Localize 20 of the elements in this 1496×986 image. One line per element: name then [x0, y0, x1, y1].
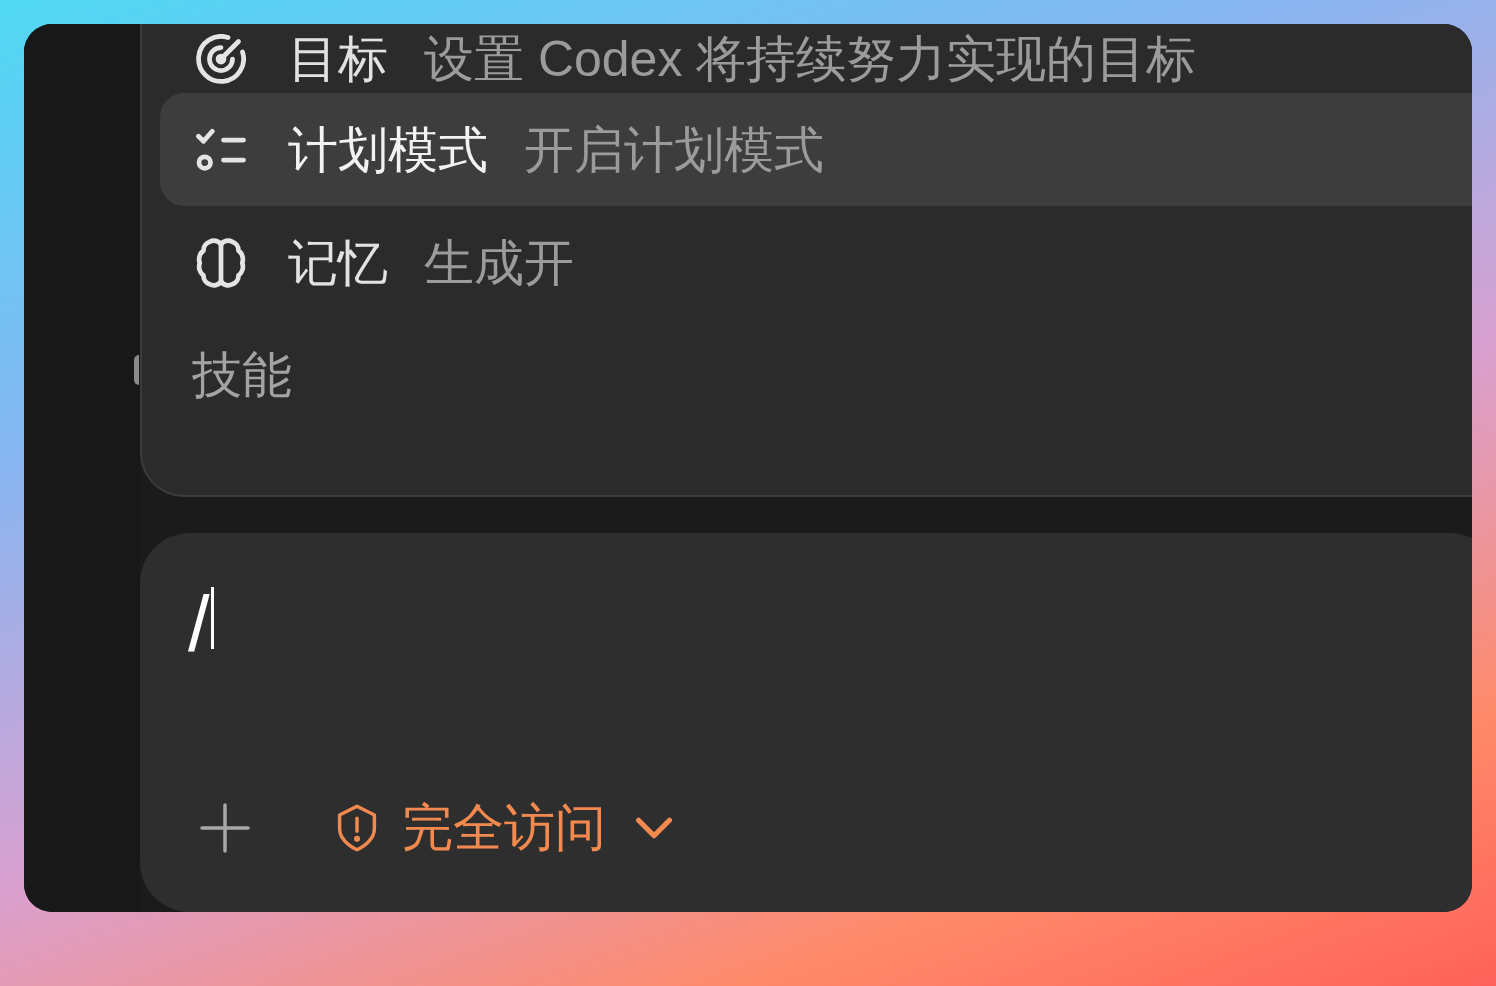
- message-field[interactable]: /: [140, 533, 1472, 763]
- item-label: 目标: [288, 29, 388, 89]
- chevron-down-icon: [636, 817, 672, 839]
- add-button[interactable]: [200, 803, 250, 853]
- item-description: 生成开: [424, 234, 574, 293]
- access-mode-button[interactable]: 完全访问: [337, 797, 672, 859]
- menu-item[interactable]: 记忆 生成开: [160, 206, 1472, 320]
- item-label: 记忆: [288, 234, 388, 293]
- brain-icon: [196, 238, 246, 288]
- menu-item[interactable]: 目标 设置 Codex 将持续努力实现的目标: [160, 24, 1472, 93]
- plus-icon: [200, 803, 250, 853]
- target-icon: [196, 33, 246, 84]
- edge-marker: [134, 355, 139, 385]
- section-heading: 技能: [192, 346, 292, 405]
- shield-alert-icon: [337, 804, 377, 852]
- text-cursor-icon: [210, 587, 214, 649]
- item-label: 计划模式: [288, 120, 488, 180]
- item-description: 开启计划模式: [524, 120, 824, 180]
- menu-item[interactable]: 计划模式 开启计划模式: [160, 93, 1472, 206]
- item-description: 设置 Codex 将持续努力实现的目标: [424, 29, 1197, 89]
